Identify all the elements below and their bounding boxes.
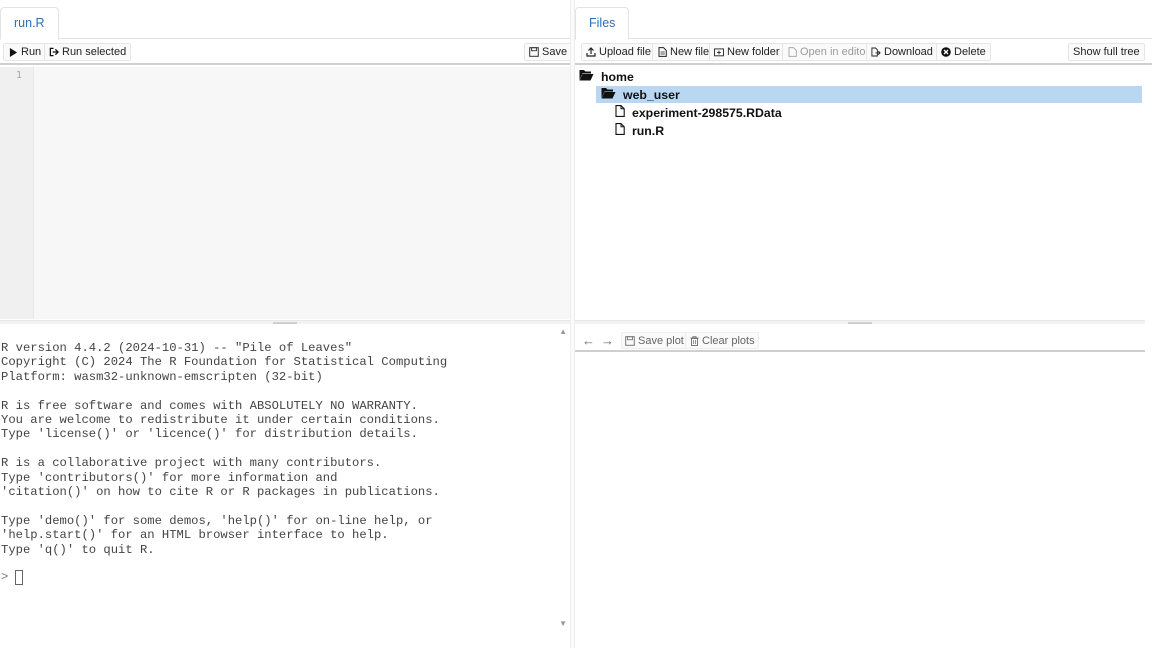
new-file-icon <box>657 47 667 57</box>
new-folder-button[interactable]: New folder <box>709 43 785 61</box>
files-tab-label: Files <box>589 16 616 30</box>
tree-item-label: web_user <box>623 87 680 102</box>
run-selected-button[interactable]: Run selected <box>44 43 132 61</box>
tab-label: run.R <box>14 16 45 30</box>
tree-item-label: home <box>601 69 634 84</box>
file-tree: home web_user experiment-298575.RData ru… <box>575 67 1152 319</box>
editor-console-splitter[interactable] <box>0 320 570 324</box>
run-selected-label: Run selected <box>62 46 127 58</box>
clear-plots-button[interactable]: Clear plots <box>685 332 759 349</box>
left-pane: run.R Run Run selected Save 1 ▲ R versio… <box>0 0 573 648</box>
r-console[interactable]: ▲ R version 4.4.2 (2024-10-31) -- "Pile … <box>0 325 570 648</box>
tree-item-label: experiment-298575.RData <box>632 105 782 120</box>
download-button[interactable]: Download <box>866 43 938 61</box>
console-prompt: > <box>1 570 9 584</box>
scroll-up-icon[interactable]: ▲ <box>559 327 567 336</box>
editor-toolbar: Run Run selected Save <box>0 41 573 65</box>
tree-item-file[interactable]: experiment-298575.RData <box>615 104 782 121</box>
save-plot-button[interactable]: Save plot <box>621 332 688 349</box>
tree-item-file[interactable]: run.R <box>615 122 664 139</box>
save-icon <box>625 335 635 346</box>
line-gutter: 1 <box>0 67 34 319</box>
show-full-tree-label: Show full tree <box>1073 46 1140 58</box>
console-output: R version 4.4.2 (2024-10-31) -- "Pile of… <box>1 341 448 557</box>
tab-files[interactable]: Files <box>575 7 630 40</box>
upload-file-button[interactable]: Upload file <box>581 43 656 61</box>
open-file-icon <box>787 47 797 57</box>
folder-open-icon <box>579 69 594 84</box>
play-icon <box>8 47 18 57</box>
plots-toolbar: ← → Save plot Clear plots <box>575 330 1145 352</box>
console-input-cursor[interactable] <box>15 570 23 585</box>
tree-item-label: run.R <box>632 123 665 138</box>
save-plot-label: Save plot <box>638 334 684 347</box>
run-button-label: Run <box>21 46 42 58</box>
file-icon <box>615 123 625 138</box>
tab-run-r[interactable]: run.R <box>0 7 59 40</box>
tree-item-home[interactable]: home <box>579 68 634 85</box>
arrow-right-icon[interactable]: → <box>601 333 614 348</box>
clear-plots-label: Clear plots <box>702 334 755 347</box>
scroll-down-icon[interactable]: ▼ <box>559 619 567 628</box>
trash-icon <box>689 335 699 346</box>
line-number: 1 <box>15 70 22 81</box>
file-icon <box>615 105 625 120</box>
arrow-left-icon[interactable]: ← <box>582 333 595 348</box>
open-in-editor-label: Open in editor <box>800 46 870 58</box>
run-selected-icon <box>49 47 59 57</box>
save-icon <box>529 47 539 57</box>
folder-open-icon <box>601 87 616 102</box>
code-editor[interactable]: 1 <box>0 67 570 319</box>
new-file-button[interactable]: New file <box>652 43 715 61</box>
upload-file-label: Upload file <box>599 46 651 58</box>
delete-icon <box>941 47 951 57</box>
tree-item-web-user[interactable]: web_user <box>596 86 1142 103</box>
upload-icon <box>586 47 596 57</box>
files-toolbar: Upload file New file New folder Open in … <box>575 41 1152 65</box>
download-icon <box>871 47 881 57</box>
delete-label: Delete <box>954 46 986 58</box>
run-button[interactable]: Run <box>3 43 47 61</box>
new-folder-icon <box>714 47 724 57</box>
plot-area <box>575 354 1145 648</box>
splitter-grip-icon <box>848 322 872 324</box>
new-folder-label: New folder <box>727 46 780 58</box>
right-pane: Files Upload file New file New folder Op… <box>575 0 1152 648</box>
download-label: Download <box>884 46 933 58</box>
files-plots-splitter[interactable] <box>575 320 1145 324</box>
delete-button[interactable]: Delete <box>936 43 991 61</box>
splitter-grip-icon <box>273 322 297 324</box>
open-in-editor-button[interactable]: Open in editor <box>782 43 875 61</box>
files-tabbar: Files <box>575 0 1152 40</box>
new-file-label: New file <box>670 46 710 58</box>
save-button[interactable]: Save <box>524 43 573 61</box>
show-full-tree-button[interactable]: Show full tree <box>1068 43 1145 61</box>
save-button-label: Save <box>542 46 568 58</box>
editor-tabbar: run.R <box>0 0 570 40</box>
